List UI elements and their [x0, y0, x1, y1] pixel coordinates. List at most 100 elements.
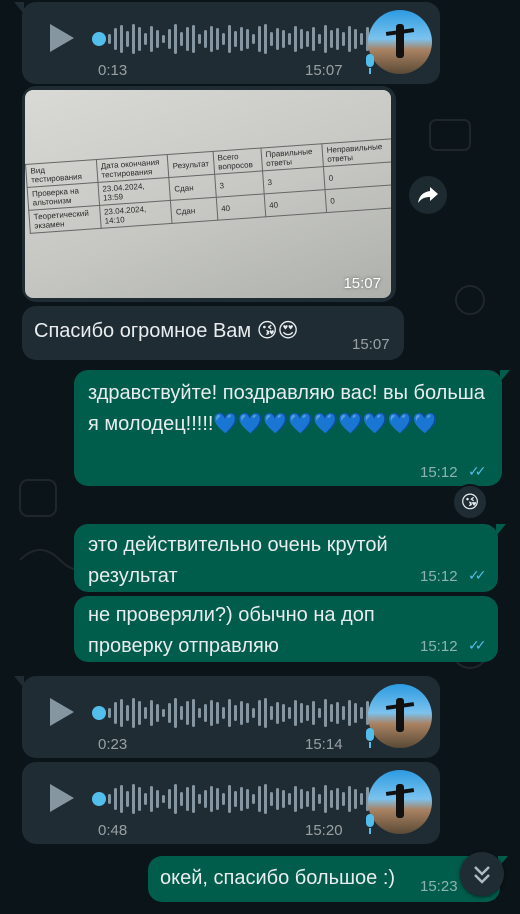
waveform-bar	[108, 708, 111, 718]
waveform-bar	[264, 698, 267, 728]
message-text: Спасибо огромное Вам 😘😍	[34, 320, 299, 342]
table-cell: Теоретический экзамен	[28, 205, 101, 234]
playback-position-dot[interactable]	[92, 706, 106, 720]
photo-document-table: Вид тестирования Дата окончания тестиров…	[25, 138, 391, 234]
double-chevron-down-icon	[474, 866, 490, 884]
message-time: 15:12	[420, 638, 458, 655]
waveform-bar	[246, 789, 249, 809]
waveform-bar	[144, 793, 147, 805]
waveform-bar	[114, 788, 117, 810]
forward-button[interactable]	[409, 176, 447, 214]
reaction-badge[interactable]: 😘	[452, 484, 488, 520]
waveform-bar	[264, 24, 267, 54]
waveform-bar	[306, 31, 309, 47]
waveform-bar	[222, 33, 225, 45]
waveform[interactable]	[108, 782, 405, 816]
waveform-bar	[138, 701, 141, 725]
waveform-bar	[312, 27, 315, 51]
waveform-bar	[360, 707, 363, 719]
waveform-bar	[150, 26, 153, 52]
waveform-bar	[186, 701, 189, 725]
waveform-bar	[354, 29, 357, 49]
read-receipt-icon: ✓✓	[468, 463, 487, 479]
avatar[interactable]	[368, 10, 432, 74]
waveform-bar	[282, 704, 285, 722]
outgoing-message[interactable]: не проверяли?) обычно на доп проверку от…	[74, 596, 498, 662]
waveform-bar	[126, 31, 129, 47]
play-icon[interactable]	[50, 698, 74, 726]
waveform-bar	[186, 787, 189, 811]
avatar[interactable]	[368, 770, 432, 834]
message-time: 15:07	[343, 275, 381, 292]
incoming-message[interactable]: Спасибо огромное Вам 😘😍 15:07	[22, 306, 404, 360]
waveform-bar	[192, 699, 195, 727]
voice-message[interactable]: 0:48 15:20	[22, 762, 440, 844]
waveform-bar	[162, 795, 165, 803]
avatar[interactable]	[368, 684, 432, 748]
waveform-bar	[120, 699, 123, 727]
message-text: здравствуйте! поздравляю вас! вы большая…	[88, 382, 485, 435]
voice-message[interactable]: 0:13 15:07	[14, 2, 440, 84]
waveform-bar	[120, 785, 123, 813]
message-time: 15:12	[420, 568, 458, 585]
waveform-bar	[198, 708, 201, 718]
waveform-bar	[108, 794, 111, 804]
waveform-bar	[258, 700, 261, 726]
waveform[interactable]	[108, 22, 405, 56]
table-cell: Сдан	[170, 197, 218, 224]
waveform-bar	[264, 784, 267, 814]
waveform-bar	[294, 700, 297, 726]
table-cell: 40	[215, 193, 266, 221]
waveform-bar	[120, 25, 123, 53]
forward-icon	[418, 187, 438, 203]
waveform-bar	[174, 698, 177, 728]
waveform-bar	[108, 34, 111, 44]
outgoing-message[interactable]: окей, спасибо большое :) 15:23	[148, 856, 508, 902]
waveform-bar	[144, 707, 147, 719]
waveform-bar	[294, 26, 297, 52]
waveform-bar	[318, 708, 321, 718]
waveform-bar	[360, 793, 363, 805]
waveform-bar	[324, 785, 327, 813]
playback-position-dot[interactable]	[92, 792, 106, 806]
outgoing-message[interactable]: здравствуйте! поздравляю вас! вы большая…	[74, 370, 510, 486]
photo-image[interactable]: Вид тестирования Дата окончания тестиров…	[25, 90, 391, 298]
waveform-bar	[168, 703, 171, 723]
waveform-bar	[204, 790, 207, 808]
waveform-bar	[252, 34, 255, 44]
outgoing-message[interactable]: это действительно очень крутой результат…	[74, 524, 506, 592]
play-icon[interactable]	[50, 784, 74, 812]
table-cell: 23.04.2024, 14:10	[99, 200, 173, 229]
waveform-bar	[114, 28, 117, 50]
waveform-bar	[162, 709, 165, 717]
waveform[interactable]	[108, 696, 405, 730]
table-cell: 40	[263, 189, 327, 217]
scroll-to-bottom-button[interactable]	[460, 852, 504, 896]
waveform-bar	[204, 704, 207, 722]
waveform-bar	[300, 703, 303, 723]
table-header: Результат	[167, 151, 215, 178]
table-cell: 0	[324, 184, 391, 213]
mic-icon	[366, 814, 374, 834]
waveform-bar	[240, 787, 243, 811]
waveform-bar	[138, 27, 141, 51]
play-icon[interactable]	[50, 24, 74, 52]
waveform-bar	[312, 787, 315, 811]
waveform-bar	[342, 706, 345, 720]
waveform-bar	[132, 698, 135, 728]
waveform-bar	[192, 785, 195, 813]
waveform-bar	[330, 704, 333, 722]
playback-position-dot[interactable]	[92, 32, 106, 46]
voice-message[interactable]: 0:23 15:14	[14, 676, 440, 758]
waveform-bar	[168, 29, 171, 49]
waveform-bar	[282, 790, 285, 808]
waveform-bar	[318, 34, 321, 44]
waveform-bar	[246, 29, 249, 49]
waveform-bar	[240, 701, 243, 725]
mic-icon	[366, 54, 374, 74]
waveform-bar	[234, 705, 237, 721]
waveform-bar	[222, 707, 225, 719]
waveform-bar	[276, 788, 279, 810]
waveform-bar	[360, 33, 363, 45]
waveform-bar	[216, 28, 219, 50]
